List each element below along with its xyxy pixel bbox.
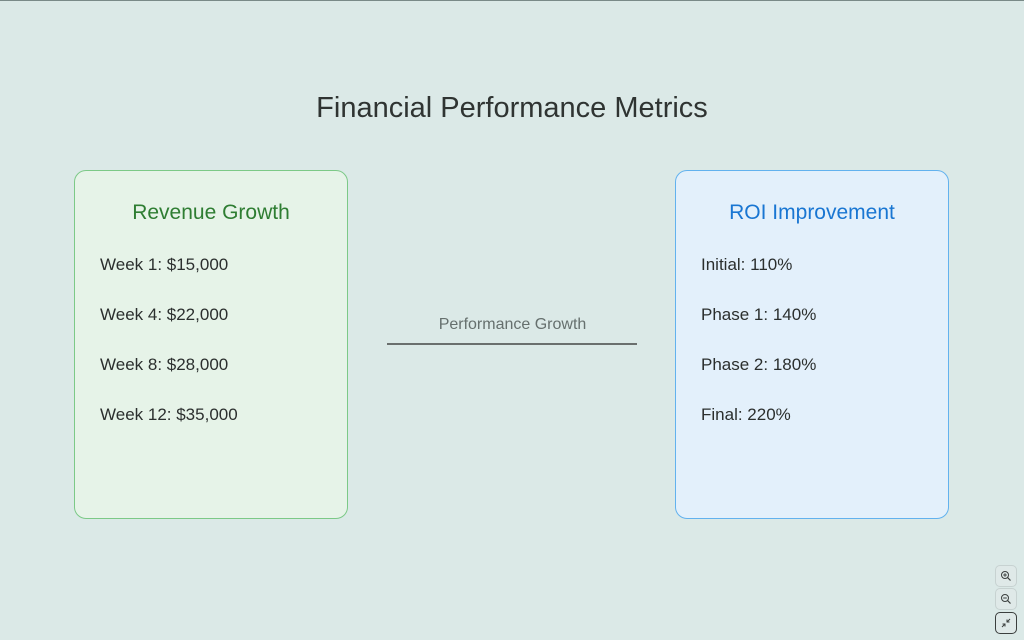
revenue-item: Week 1: $15,000 [100,255,229,274]
revenue-growth-list: Week 1: $15,000 Week 4: $22,000 Week 8: … [100,253,238,453]
diagram-title: Financial Performance Metrics [316,92,708,124]
top-border [0,0,1024,1]
roi-improvement-title: ROI Improvement [729,201,895,224]
roi-item: Phase 2: 180% [701,355,817,374]
revenue-growth-card: Revenue Growth Week 1: $15,000 Week 4: $… [74,170,348,519]
revenue-growth-title: Revenue Growth [132,201,290,224]
revenue-item: Week 4: $22,000 [100,305,229,324]
collapse-arrows-icon [1001,618,1011,628]
roi-item: Initial: 110% [701,255,793,274]
zoom-out-icon [1001,594,1011,604]
roi-item: Final: 220% [701,405,791,424]
revenue-item: Week 8: $28,000 [100,355,229,374]
roi-improvement-card: ROI Improvement Initial: 110% Phase 1: 1… [675,170,949,519]
zoom-in-button[interactable] [995,565,1017,587]
connector-line [387,343,637,345]
fit-view-button[interactable] [995,612,1017,634]
zoom-out-button[interactable] [995,588,1017,610]
roi-item: Phase 1: 140% [701,305,817,324]
revenue-item: Week 12: $35,000 [100,405,238,424]
zoom-controls [995,565,1019,635]
roi-improvement-list: Initial: 110% Phase 1: 140% Phase 2: 180… [701,253,816,453]
zoom-in-icon [1001,571,1011,581]
connector-label: Performance Growth [438,316,587,333]
